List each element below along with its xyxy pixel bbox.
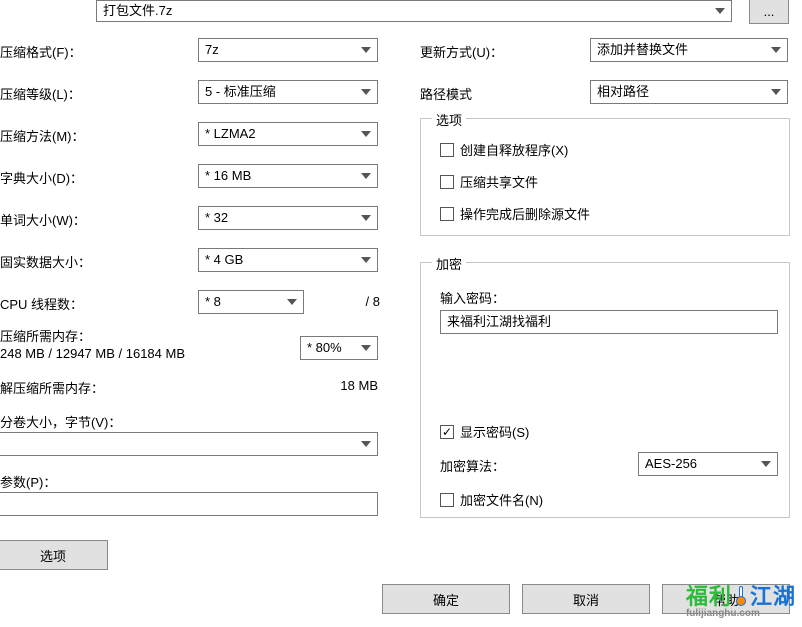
level-value: 5 - 标准压缩	[205, 83, 276, 101]
pathmode-select[interactable]: 相对路径	[590, 80, 788, 104]
left-options-button[interactable]: 选项	[0, 540, 108, 570]
show-password-row[interactable]: 显示密码(S)	[440, 422, 529, 441]
shared-label: 压缩共享文件	[460, 172, 538, 191]
encrypt-names-row[interactable]: 加密文件名(N)	[440, 490, 543, 509]
ok-button[interactable]: 确定	[382, 584, 510, 614]
word-label: 单词大小(W)：	[0, 210, 86, 229]
shared-checkbox[interactable]	[440, 175, 454, 189]
cancel-label: 取消	[573, 590, 599, 609]
volumes-select[interactable]	[0, 432, 378, 456]
password-value: 来福利江湖找福利	[447, 314, 551, 329]
solid-select[interactable]: * 4 GB	[198, 248, 378, 272]
dict-label: 字典大小(D)：	[0, 168, 83, 187]
compress-mem-label: 压缩所需内存：	[0, 326, 91, 345]
solid-label: 固实数据大小：	[0, 252, 91, 271]
pathmode-label: 路径模式	[420, 84, 472, 103]
sfx-checkbox-row[interactable]: 创建自释放程序(X)	[440, 140, 568, 159]
format-label: 压缩格式(F)：	[0, 42, 82, 61]
volumes-label: 分卷大小，字节(V)：	[0, 412, 121, 431]
show-password-checkbox[interactable]	[440, 425, 454, 439]
encrypt-names-label: 加密文件名(N)	[460, 490, 543, 509]
algo-select[interactable]: AES-256	[638, 452, 778, 476]
pathmode-value: 相对路径	[597, 83, 649, 101]
thermometer-icon	[734, 584, 748, 604]
word-select[interactable]: * 32	[198, 206, 378, 230]
encrypt-names-checkbox[interactable]	[440, 493, 454, 507]
threads-total: / 8	[350, 294, 380, 309]
algo-label: 加密算法：	[440, 456, 505, 475]
sfx-label: 创建自释放程序(X)	[460, 140, 568, 159]
dict-select[interactable]: * 16 MB	[198, 164, 378, 188]
delete-checkbox-row[interactable]: 操作完成后删除源文件	[440, 204, 590, 223]
archive-path-value: 打包文件.7z	[103, 2, 172, 20]
compress-mem-stats: 248 MB / 12947 MB / 16184 MB	[0, 346, 185, 361]
format-value: 7z	[205, 41, 219, 59]
encrypt-legend: 加密	[432, 254, 466, 273]
delete-checkbox[interactable]	[440, 207, 454, 221]
algo-value: AES-256	[645, 455, 697, 473]
browse-label: ...	[764, 4, 775, 19]
watermark-part1: 福利	[686, 584, 732, 609]
params-input[interactable]	[0, 492, 378, 516]
watermark-part2: 江湖	[750, 584, 796, 609]
delete-label: 操作完成后删除源文件	[460, 204, 590, 223]
method-value: * LZMA2	[205, 125, 256, 143]
watermark: 福利江湖 fulijianghu.com	[686, 579, 796, 619]
left-options-label: 选项	[40, 546, 66, 565]
threads-select[interactable]: * 8	[198, 290, 304, 314]
password-label: 输入密码：	[440, 288, 505, 307]
browse-button[interactable]: ...	[749, 0, 789, 24]
ok-label: 确定	[433, 590, 459, 609]
method-label: 压缩方法(M)：	[0, 126, 85, 145]
solid-value: * 4 GB	[205, 251, 243, 269]
params-label: 参数(P)：	[0, 472, 56, 491]
decompress-mem-label: 解压缩所需内存：	[0, 378, 104, 397]
dict-value: * 16 MB	[205, 167, 251, 185]
cancel-button[interactable]: 取消	[522, 584, 650, 614]
threads-label: CPU 线程数：	[0, 294, 83, 313]
show-password-label: 显示密码(S)	[460, 422, 529, 441]
level-select[interactable]: 5 - 标准压缩	[198, 80, 378, 104]
threads-value: * 8	[205, 293, 221, 311]
shared-checkbox-row[interactable]: 压缩共享文件	[440, 172, 538, 191]
word-value: * 32	[205, 209, 228, 227]
update-label: 更新方式(U)：	[420, 42, 503, 61]
level-label: 压缩等级(L)：	[0, 84, 81, 103]
update-value: 添加并替换文件	[597, 41, 688, 59]
compress-mem-select-value: * 80%	[307, 339, 342, 357]
sfx-checkbox[interactable]	[440, 143, 454, 157]
options-legend: 选项	[432, 110, 466, 129]
watermark-title: 福利江湖	[686, 579, 796, 611]
archive-path-select[interactable]: 打包文件.7z	[96, 0, 732, 22]
decompress-mem-value: 18 MB	[300, 378, 378, 393]
format-select[interactable]: 7z	[198, 38, 378, 62]
compress-mem-select[interactable]: * 80%	[300, 336, 378, 360]
method-select[interactable]: * LZMA2	[198, 122, 378, 146]
update-select[interactable]: 添加并替换文件	[590, 38, 788, 62]
password-input[interactable]: 来福利江湖找福利	[440, 310, 778, 334]
